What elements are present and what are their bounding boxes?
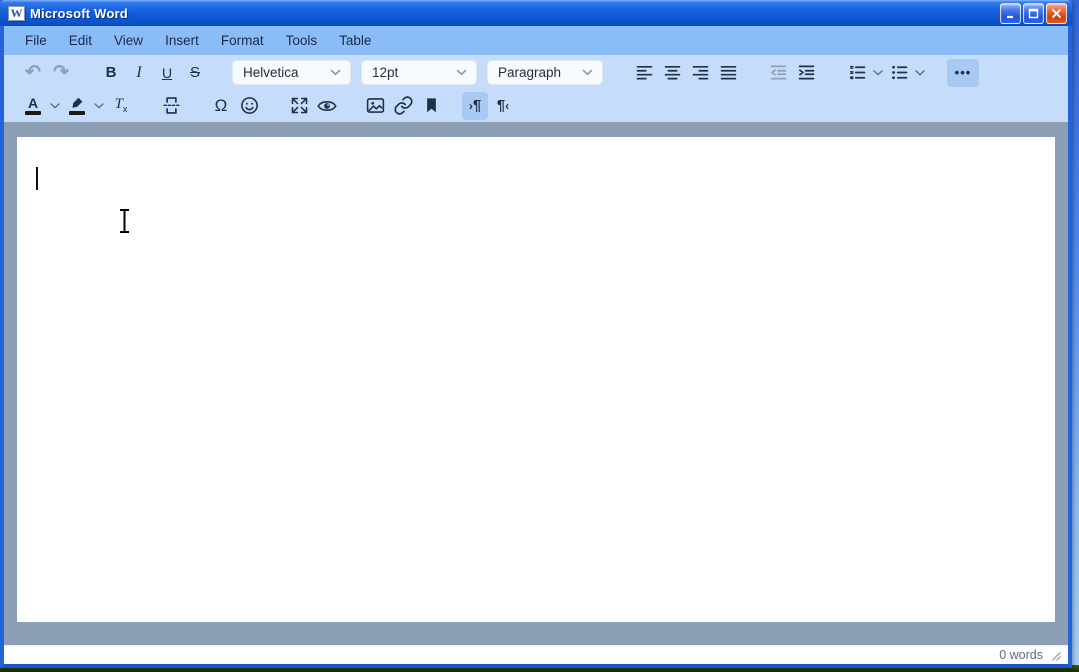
ltr-pilcrow-icon: ¶ bbox=[473, 98, 481, 113]
emoticon-icon bbox=[239, 95, 260, 116]
align-right-button[interactable] bbox=[687, 59, 713, 87]
text-color-icon: A bbox=[28, 96, 38, 110]
menubar: File Edit View Insert Format Tools Table bbox=[4, 26, 1068, 55]
word-app-icon-letter: W bbox=[11, 7, 23, 19]
insert-image-button[interactable] bbox=[362, 92, 388, 120]
rtl-button[interactable]: ¶ ‹ bbox=[490, 92, 516, 120]
resize-grip-icon[interactable] bbox=[1050, 650, 1061, 661]
bookmark-icon bbox=[422, 96, 441, 115]
menu-tools[interactable]: Tools bbox=[275, 26, 329, 55]
align-justify-icon bbox=[718, 62, 739, 83]
indent-button[interactable] bbox=[793, 59, 819, 87]
align-center-icon bbox=[662, 62, 683, 83]
redo-button[interactable]: ↷ bbox=[48, 59, 74, 87]
bullet-list-button[interactable] bbox=[887, 59, 911, 87]
italic-button[interactable]: I bbox=[126, 59, 152, 87]
chevron-down-icon bbox=[582, 69, 593, 76]
font-size-value: 12pt bbox=[372, 65, 398, 80]
eye-icon bbox=[316, 95, 338, 117]
highlight-color-swatch bbox=[69, 111, 85, 114]
menu-insert[interactable]: Insert bbox=[154, 26, 210, 55]
text-caret bbox=[36, 167, 38, 190]
toolbar: ↶ ↷ B I U S Helvetica 12pt bbox=[4, 55, 1068, 122]
word-window: W Microsoft Word File bbox=[0, 0, 1072, 668]
align-left-button[interactable] bbox=[631, 59, 657, 87]
window-body: File Edit View Insert Format Tools Table… bbox=[0, 26, 1072, 668]
word-count: 0 words bbox=[999, 648, 1043, 662]
minimize-button[interactable] bbox=[1000, 3, 1021, 24]
image-icon bbox=[365, 95, 386, 116]
document-page[interactable] bbox=[17, 137, 1055, 622]
toolbar-row-2: A Tx Ω bbox=[4, 89, 1068, 122]
menu-format[interactable]: Format bbox=[210, 26, 275, 55]
numbered-list-chevron[interactable] bbox=[871, 59, 885, 87]
more-icon: ••• bbox=[955, 66, 972, 79]
rtl-pilcrow-icon: ¶ bbox=[497, 98, 505, 113]
toolbar-row-1: ↶ ↷ B I U S Helvetica 12pt bbox=[4, 56, 1068, 89]
menu-edit[interactable]: Edit bbox=[58, 26, 103, 55]
window-controls bbox=[1000, 3, 1067, 24]
link-icon bbox=[393, 95, 414, 116]
outdent-icon bbox=[768, 62, 789, 83]
bold-button[interactable]: B bbox=[98, 59, 124, 87]
page-break-icon bbox=[161, 95, 182, 116]
special-character-button[interactable]: Ω bbox=[208, 92, 234, 120]
close-icon bbox=[1051, 8, 1062, 19]
anchor-button[interactable] bbox=[418, 92, 444, 120]
minimize-icon bbox=[1005, 8, 1016, 19]
page-break-button[interactable] bbox=[158, 92, 184, 120]
maximize-icon bbox=[1028, 8, 1039, 19]
maximize-button[interactable] bbox=[1023, 3, 1044, 24]
menu-file[interactable]: File bbox=[14, 26, 58, 55]
align-left-icon bbox=[634, 62, 655, 83]
clear-formatting-icon: Tx bbox=[115, 97, 128, 114]
chevron-down-icon bbox=[330, 69, 341, 76]
insert-link-button[interactable] bbox=[390, 92, 416, 120]
undo-icon: ↶ bbox=[25, 63, 41, 82]
close-button[interactable] bbox=[1046, 3, 1067, 24]
font-family-value: Helvetica bbox=[243, 65, 299, 80]
align-right-icon bbox=[690, 62, 711, 83]
align-justify-button[interactable] bbox=[715, 59, 741, 87]
bullet-list-chevron[interactable] bbox=[913, 59, 927, 87]
numbered-list-icon bbox=[847, 62, 868, 83]
menu-view[interactable]: View bbox=[103, 26, 154, 55]
block-format-select[interactable]: Paragraph bbox=[487, 60, 603, 85]
editor-canvas bbox=[4, 122, 1068, 645]
menu-table[interactable]: Table bbox=[328, 26, 382, 55]
special-character-icon: Ω bbox=[215, 97, 228, 114]
mouse-ibeam-cursor bbox=[117, 208, 132, 239]
word-app-icon: W bbox=[8, 6, 25, 21]
more-toolbar-button[interactable]: ••• bbox=[947, 59, 979, 87]
highlight-pen-icon bbox=[69, 96, 86, 110]
text-color-button[interactable]: A bbox=[20, 92, 46, 120]
numbered-list-button[interactable] bbox=[845, 59, 869, 87]
strikethrough-button[interactable]: S bbox=[182, 59, 208, 87]
underline-button[interactable]: U bbox=[154, 59, 180, 87]
outdent-button[interactable] bbox=[765, 59, 791, 87]
window-title: Microsoft Word bbox=[30, 6, 128, 21]
bullet-list-icon bbox=[889, 62, 910, 83]
clear-formatting-button[interactable]: Tx bbox=[108, 92, 134, 120]
undo-button[interactable]: ↶ bbox=[20, 59, 46, 87]
fullscreen-button[interactable] bbox=[286, 92, 312, 120]
preview-button[interactable] bbox=[314, 92, 340, 120]
fullscreen-icon bbox=[289, 95, 310, 116]
chevron-down-icon bbox=[456, 69, 467, 76]
block-format-value: Paragraph bbox=[498, 65, 561, 80]
statusbar: 0 words bbox=[4, 645, 1068, 664]
highlight-color-button[interactable] bbox=[64, 92, 90, 120]
redo-icon: ↷ bbox=[53, 63, 69, 82]
highlight-color-chevron[interactable] bbox=[92, 92, 106, 120]
titlebar: W Microsoft Word bbox=[0, 0, 1072, 26]
emoticons-button[interactable] bbox=[236, 92, 262, 120]
text-color-swatch bbox=[25, 111, 41, 114]
text-color-chevron[interactable] bbox=[48, 92, 62, 120]
font-size-select[interactable]: 12pt bbox=[361, 60, 477, 85]
ltr-button[interactable]: › ¶ bbox=[462, 92, 488, 120]
font-family-select[interactable]: Helvetica bbox=[232, 60, 351, 85]
align-center-button[interactable] bbox=[659, 59, 685, 87]
indent-icon bbox=[796, 62, 817, 83]
rtl-arrow-icon: ‹ bbox=[505, 100, 509, 112]
